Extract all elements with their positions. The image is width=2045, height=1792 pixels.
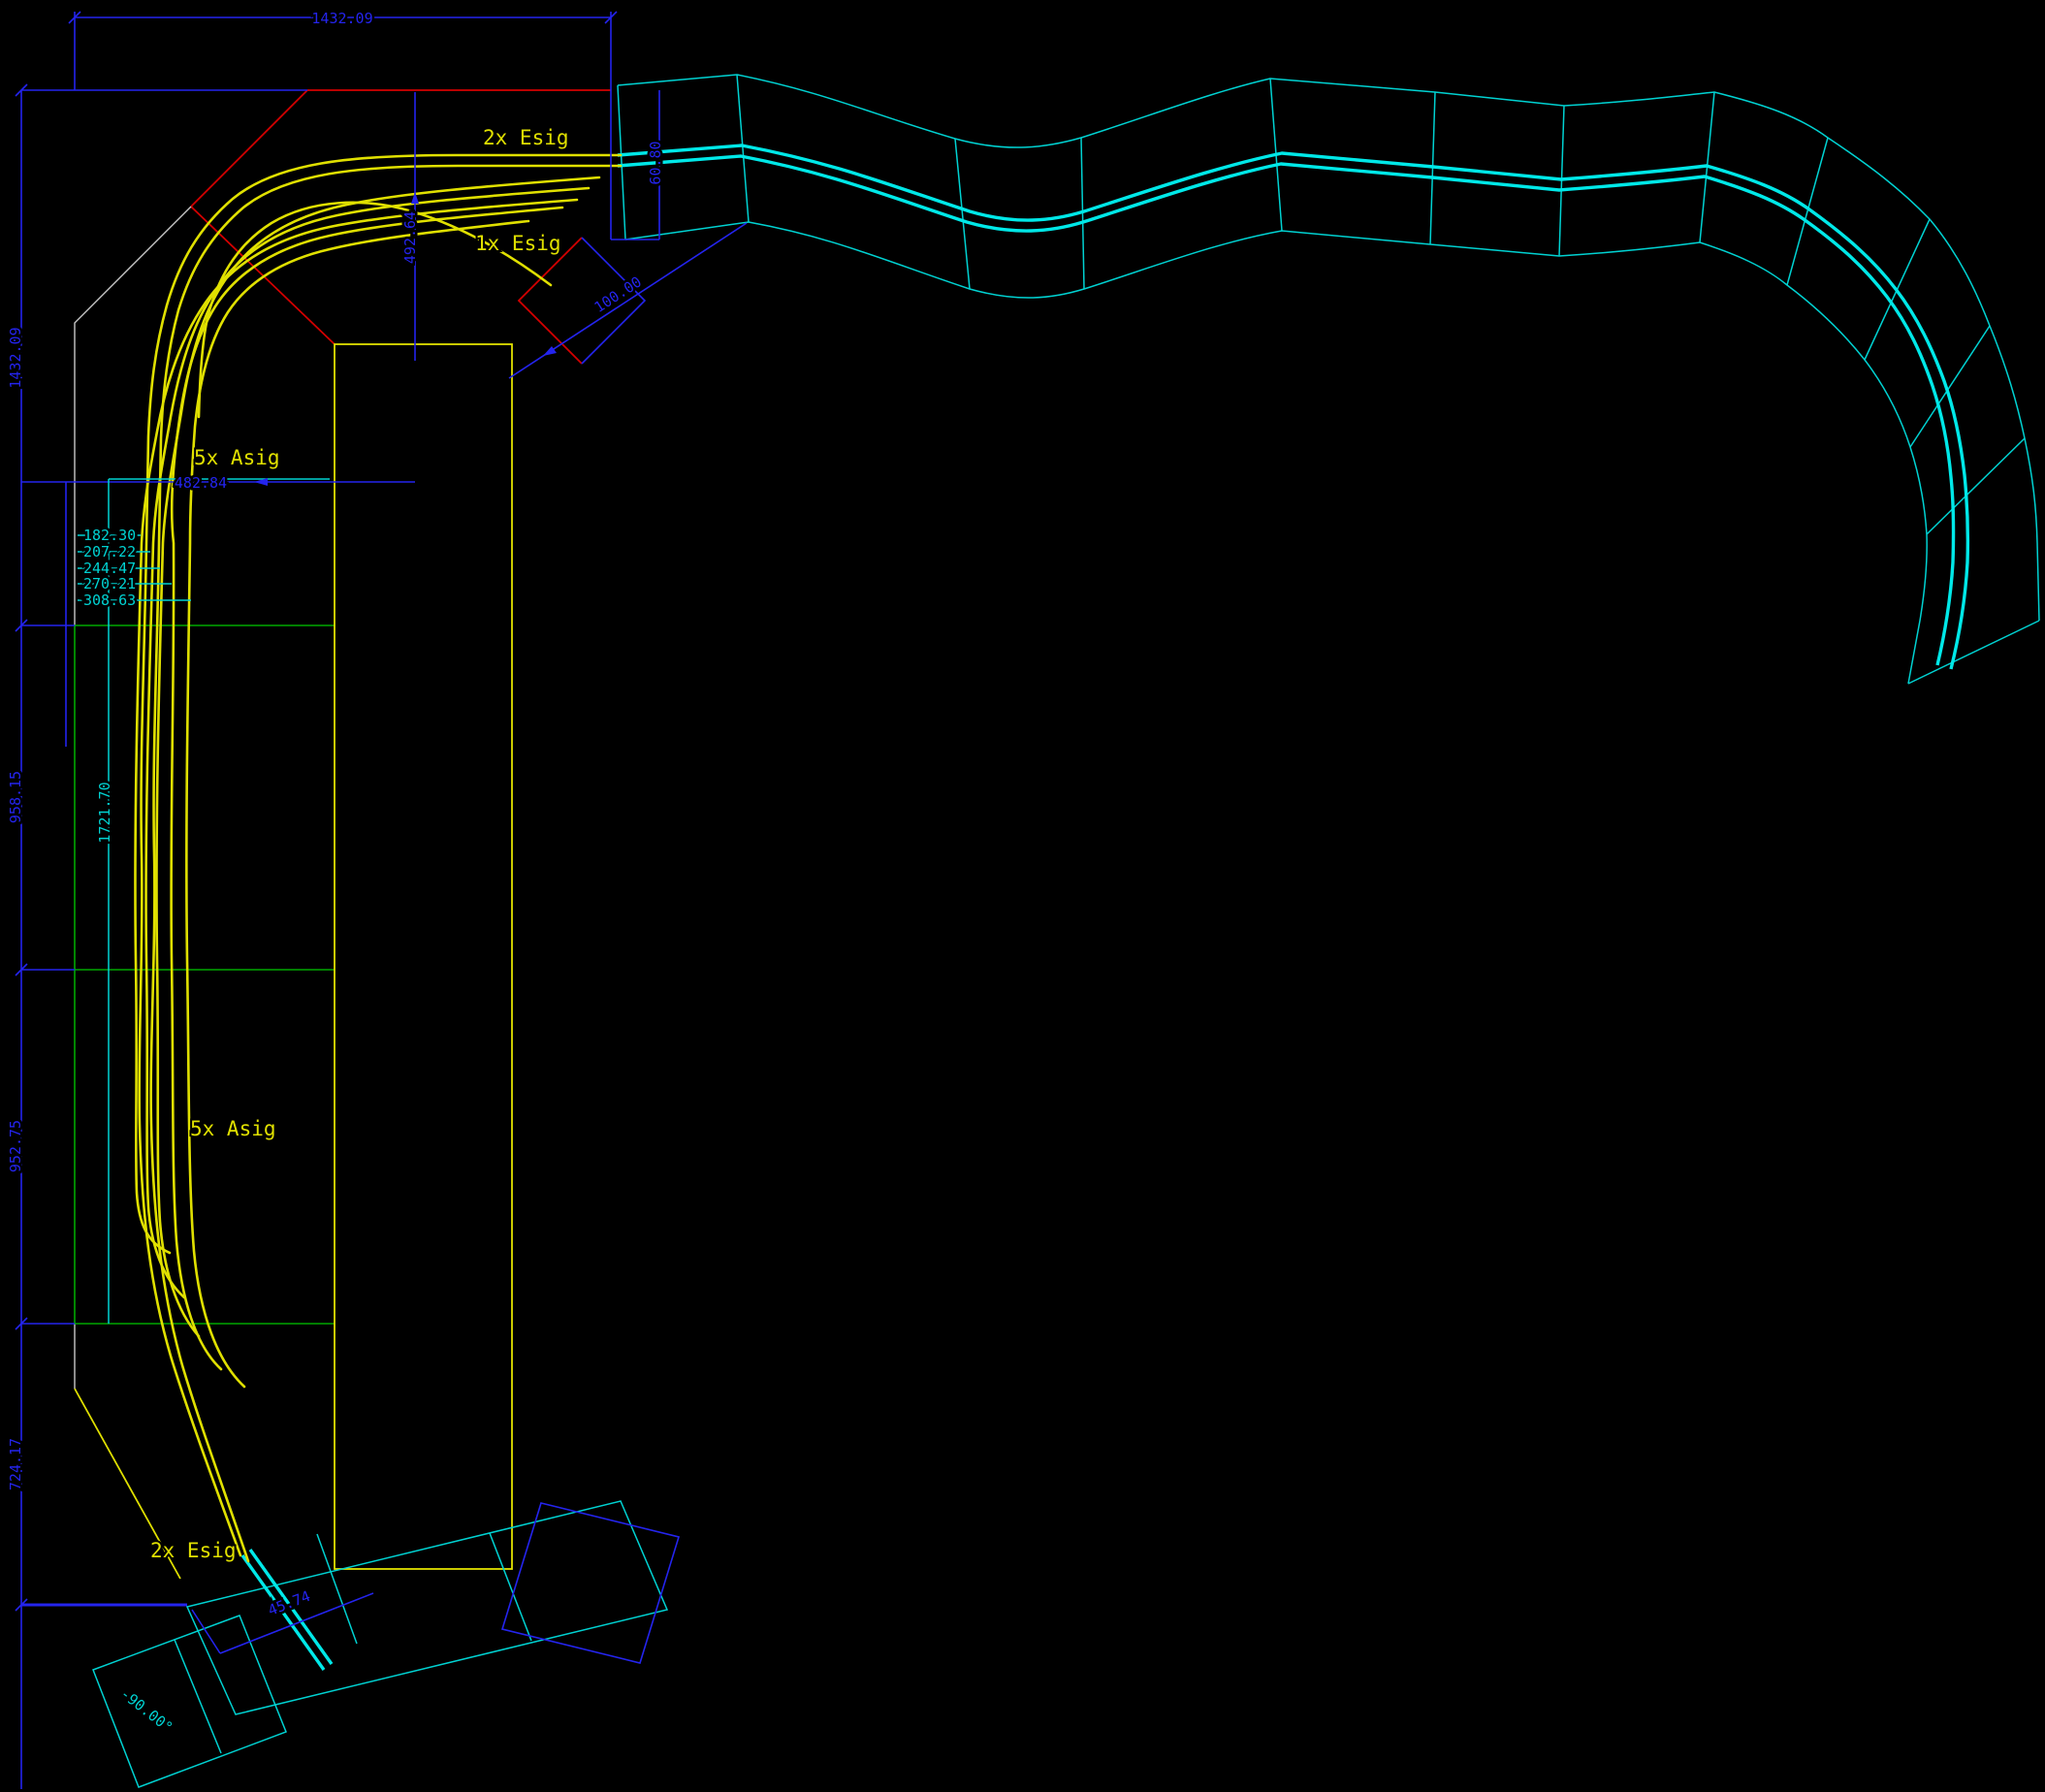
dim-top-width: 1432.09: [311, 10, 372, 27]
bottom-box-main: [187, 1501, 667, 1714]
bottom-box-divider: [490, 1533, 531, 1641]
tube-panel-divider: [737, 75, 749, 222]
offset-label-5: 308.63: [83, 592, 136, 609]
dim-asig-row: 482.84: [175, 474, 227, 492]
dim-cyan-span: 1721.70: [96, 782, 113, 843]
tube-cable-a: [618, 145, 1967, 669]
dim-left-seg-3: 952.75: [7, 1120, 24, 1172]
tube-panel-divider: [1910, 326, 1990, 447]
tube-panel-divider: [955, 139, 970, 289]
dim-left-seg-2: 958.15: [7, 771, 24, 823]
bottom-box-small-divider: [175, 1640, 221, 1753]
offset-label-1: 182.30: [83, 527, 136, 544]
label-esig-bottom: 2x Esig: [150, 1539, 237, 1562]
offset-label-2: 207.22: [83, 543, 136, 560]
tube-cable-b: [618, 156, 1954, 665]
bottom-box-divider: [317, 1534, 357, 1644]
dim-esig-drop: 492.64: [401, 211, 419, 264]
signal-diamond: [519, 238, 645, 364]
cad-viewport[interactable]: 1432.09 1432.09 958.15 952.75 724.17 492…: [0, 0, 2045, 1792]
esig-cable-1: [140, 155, 621, 1555]
label-esig-single: 1x Esig: [475, 232, 561, 255]
tube-band: [618, 75, 2039, 684]
label-esig-top: 2x Esig: [483, 126, 569, 149]
esig-cable-2: [151, 166, 621, 1561]
tube-panel-divider: [618, 85, 625, 240]
label-asig-upper: 5x Asig: [194, 446, 280, 469]
asig-cable-5: [186, 221, 528, 1387]
red-diagonal-left: [191, 90, 307, 207]
dim-bottom-angle: -90.00°: [117, 1685, 176, 1737]
diamond-red-edges: [519, 238, 582, 364]
offset-label-4: 270.21: [83, 575, 136, 592]
dim-diag-lower: 45.74: [266, 1587, 313, 1619]
red-diagonal-right: [191, 207, 335, 344]
dimension-layer: 1432.09 1432.09 958.15 952.75 724.17 492…: [7, 10, 747, 1789]
dim-tube-entry: 60.80: [647, 141, 664, 184]
tube-end-cap: [1908, 621, 2039, 684]
asig-cable-4: [172, 208, 562, 1369]
dim-left-seg-4: 724.17: [7, 1438, 24, 1490]
yellow-cabinet-rect: [335, 344, 512, 1569]
tube-outline-bottom: [625, 222, 1927, 684]
bottom-blue-box: [502, 1503, 679, 1663]
cable-bundle: [135, 155, 621, 1561]
label-asig-lower: 5x Asig: [190, 1117, 276, 1140]
dim-left-seg-1: 1432.09: [7, 327, 24, 388]
cad-drawing: 1432.09 1432.09 958.15 952.75 724.17 492…: [0, 0, 2045, 1792]
tube-panel-divider: [1927, 438, 2025, 534]
asig-cable-3: [156, 177, 599, 1336]
